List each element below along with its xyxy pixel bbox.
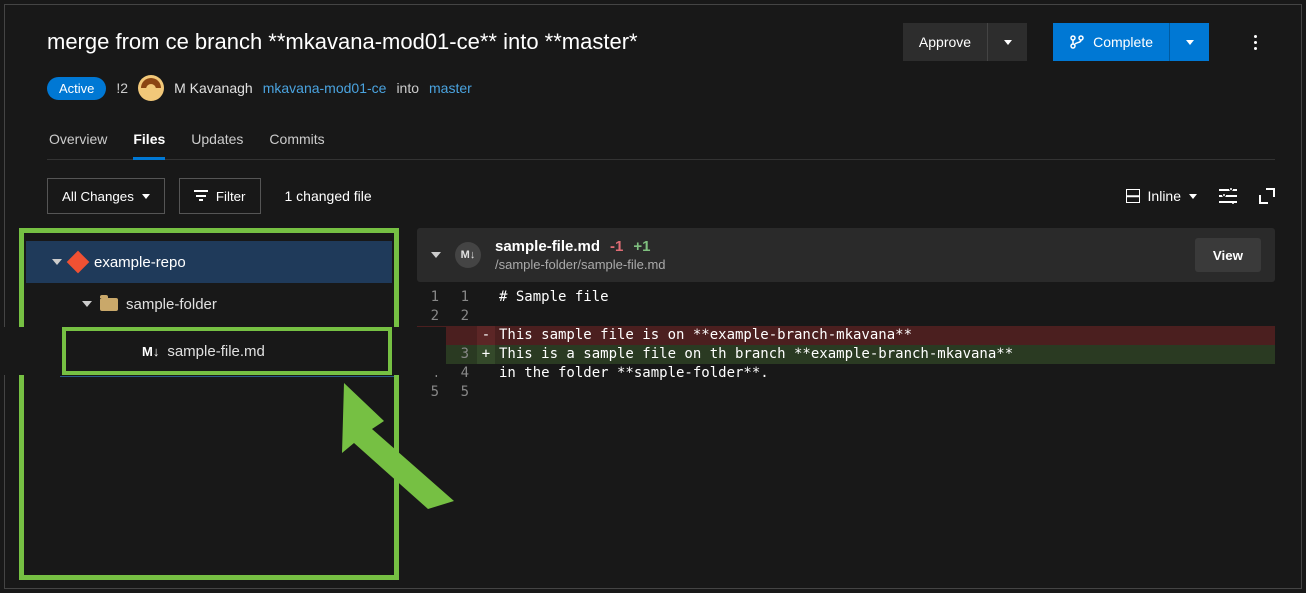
approve-button[interactable]: Approve [903,23,987,61]
author-name[interactable]: M Kavanagh [174,80,253,96]
diff-file-header: M↓ sample-file.md -1 +1 /sample-folder/s… [417,228,1275,282]
diff-filename: sample-file.md [495,238,600,255]
diff-code: 11# Sample file223-This sample file is o… [417,288,1275,402]
tree-folder-row[interactable]: sample-folder [26,283,392,325]
collapse-diff-button[interactable] [431,252,441,258]
diff-filepath: /sample-folder/sample-file.md [495,257,1181,272]
more-icon [1254,35,1257,50]
markdown-icon: M↓ [455,242,481,268]
chevron-down-icon [1004,40,1012,45]
diff-line[interactable]: 3-This sample file is on **example-branc… [417,326,1275,345]
avatar [138,75,164,101]
pr-title: merge from ce branch **mkavana-mod01-ce*… [47,29,893,55]
complete-button[interactable]: Complete [1053,23,1169,61]
complete-dropdown[interactable] [1169,23,1209,61]
into-label: into [396,80,419,96]
file-more-button[interactable] [427,344,430,359]
changed-files-label: 1 changed file [285,188,372,204]
diff-settings-button[interactable] [1219,189,1237,203]
view-file-button[interactable]: View [1195,238,1261,272]
chevron-down-icon [1189,194,1197,199]
tab-files[interactable]: Files [133,125,165,160]
all-changes-dropdown[interactable]: All Changes [47,178,165,214]
diff-removed-count: -1 [610,238,623,255]
diff-line[interactable]: 44in the folder **sample-folder**. [417,364,1275,383]
tab-updates[interactable]: Updates [191,125,243,159]
diff-line[interactable]: 22 [417,307,1275,326]
fullscreen-button[interactable] [1259,188,1275,204]
inline-view-icon [1126,189,1140,203]
target-branch-link[interactable]: master [429,80,472,96]
chevron-down-icon [1186,40,1194,45]
tab-overview[interactable]: Overview [49,125,107,159]
diff-added-count: +1 [633,238,650,255]
markdown-icon: M↓ [142,344,159,359]
diff-line[interactable]: 3+This is a sample file on th branch **e… [417,345,1275,364]
diff-line[interactable]: 11# Sample file [417,288,1275,307]
more-actions-button[interactable] [1235,23,1275,61]
filter-icon [194,190,208,202]
pr-number: !2 [116,80,128,96]
chevron-down-icon [82,301,92,307]
diff-view-toggle[interactable]: Inline [1126,188,1197,204]
tree-repo-row[interactable]: example-repo [26,241,392,283]
folder-icon [100,298,118,311]
folder-name: sample-folder [126,296,217,313]
filter-button[interactable]: Filter [179,178,261,214]
source-branch-link[interactable]: mkavana-mod01-ce [263,80,387,96]
tree-file-row[interactable]: M↓ sample-file.md [62,327,392,375]
repo-name: example-repo [94,254,186,271]
chevron-down-icon [142,194,150,199]
file-tree: example-repo sample-folder M↓ sample-fil… [19,228,399,580]
approve-dropdown[interactable] [987,23,1027,61]
status-badge: Active [47,77,106,100]
file-name: sample-file.md [167,343,265,360]
chevron-down-icon [52,259,62,265]
branch-icon [1069,34,1085,50]
diff-line[interactable]: 55 [417,383,1275,402]
repo-icon [67,251,90,274]
tab-commits[interactable]: Commits [269,125,324,159]
